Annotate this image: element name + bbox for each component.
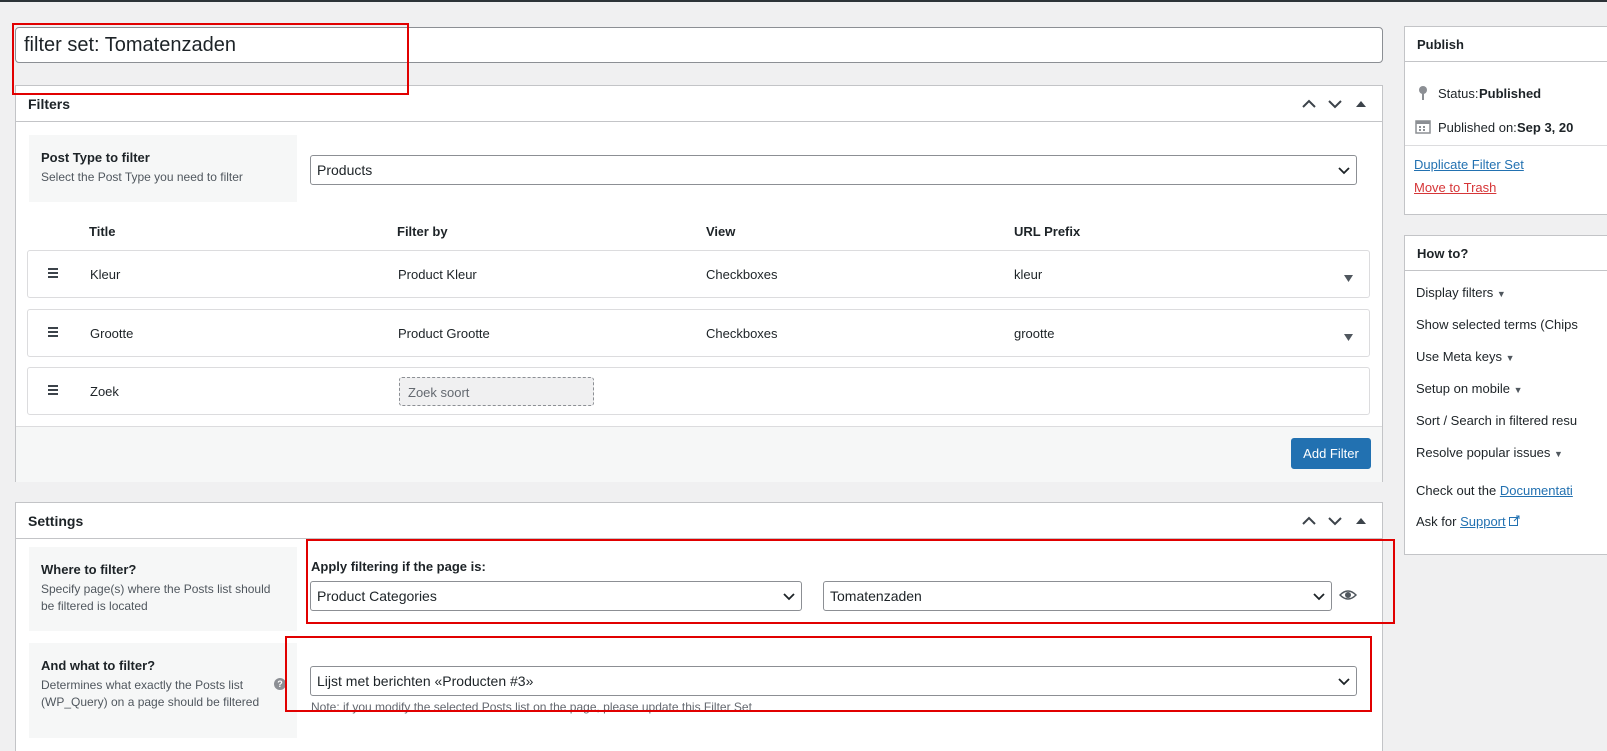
collapse-toggle-icon[interactable] [1352, 512, 1370, 530]
howto-item[interactable]: Sort / Search in filtered resu [1416, 413, 1577, 428]
highlight-box-title [12, 23, 409, 95]
filter-row-filter-by: Product Grootte [398, 326, 490, 341]
search-field-placeholder-text: Zoek soort [408, 385, 470, 400]
caret-down-icon: ▼ [1496, 289, 1506, 299]
settings-box-title: Settings [28, 512, 84, 529]
support-link[interactable]: Support [1460, 514, 1506, 529]
howto-item[interactable]: Display filters ▼ [1416, 285, 1506, 300]
post-type-select-value: Products [317, 162, 373, 178]
documentation-link[interactable]: Documentati [1500, 483, 1573, 498]
filter-row-prefix: kleur [1014, 267, 1043, 282]
howto-item-label: Sort / Search in filtered resu [1416, 413, 1578, 428]
publish-box-header: Publish [1405, 27, 1607, 62]
publish-divider [1405, 145, 1607, 146]
expand-row-icon[interactable] [1344, 329, 1353, 344]
howto-item-label: Setup on mobile [1416, 381, 1510, 396]
filter-row-title: Zoek [90, 384, 119, 399]
where-to-filter-label-cell: Where to filter? Specify page(s) where t… [29, 547, 297, 631]
filter-row[interactable]: Grootte Product Grootte Checkboxes groot… [27, 309, 1370, 357]
caret-down-icon: ▼ [1505, 353, 1515, 363]
status-label: Status: [1438, 86, 1479, 101]
drag-handle-icon[interactable] [48, 327, 58, 339]
howto-box-header: How to? [1405, 236, 1607, 271]
calendar-icon [1415, 118, 1431, 137]
move-down-icon[interactable] [1326, 95, 1344, 113]
move-to-trash-link[interactable]: Move to Trash [1414, 180, 1496, 195]
expand-row-icon[interactable] [1344, 270, 1353, 285]
status-value: Published [1479, 86, 1542, 101]
column-title: Title [89, 224, 116, 239]
post-type-label: Post Type to filter [41, 150, 150, 165]
post-type-label-cell: Post Type to filter Select the Post Type… [29, 135, 297, 202]
filter-row-view: Checkboxes [706, 267, 778, 282]
ask-support-text: Ask for [1416, 514, 1457, 529]
pin-icon [1418, 85, 1428, 104]
highlight-box-what [285, 636, 1372, 712]
settings-box-header: Settings [16, 503, 1382, 539]
chevron-down-icon [1338, 162, 1350, 178]
external-link-icon [1509, 514, 1520, 529]
published-on-value: Sep 3, 20 [1517, 120, 1574, 135]
move-down-icon[interactable] [1326, 512, 1344, 530]
admin-top-bar [0, 0, 1607, 2]
add-filter-button[interactable]: Add Filter [1291, 438, 1371, 469]
filter-row[interactable]: Zoek Zoek soort [27, 367, 1370, 415]
collapse-toggle-icon[interactable] [1352, 95, 1370, 113]
publish-box-title: Publish [1417, 36, 1464, 52]
drag-handle-icon[interactable] [48, 268, 58, 280]
ask-support-line: Ask for Support [1416, 514, 1520, 529]
post-type-select[interactable]: Products [310, 155, 1357, 185]
caret-down-icon: ▼ [1554, 449, 1563, 459]
post-type-desc: Select the Post Type you need to filter [41, 170, 243, 184]
filter-row-prefix: grootte [1014, 326, 1055, 341]
check-docs-line: Check out the Documentati [1416, 483, 1573, 498]
check-docs-text: Check out the [1416, 483, 1497, 498]
howto-item-label: Resolve popular issues [1416, 445, 1551, 460]
howto-item[interactable]: Resolve popular issues ▼ [1416, 445, 1563, 460]
filter-row-view: Checkboxes [706, 326, 778, 341]
howto-item[interactable]: Show selected terms (Chips [1416, 317, 1578, 332]
filters-box-footer [16, 426, 1382, 482]
filter-row[interactable]: Kleur Product Kleur Checkboxes kleur [27, 250, 1370, 298]
howto-item[interactable]: Setup on mobile ▼ [1416, 381, 1523, 396]
where-to-filter-desc: Specify page(s) where the Posts list sho… [41, 582, 271, 613]
caret-down-icon: ▼ [1513, 385, 1523, 395]
search-field-placeholder[interactable]: Zoek soort [399, 377, 594, 406]
published-on-label: Published on: [1438, 120, 1517, 135]
howto-item-label: Display filters [1416, 285, 1494, 300]
drag-handle-icon[interactable] [48, 385, 58, 397]
howto-item-label: Use Meta keys [1416, 349, 1502, 364]
column-view: View [706, 224, 736, 239]
filter-row-title: Grootte [90, 326, 134, 341]
filters-box-title: Filters [28, 95, 71, 112]
howto-item-label: Show selected terms (Chips [1416, 317, 1578, 332]
highlight-box-where [306, 539, 1395, 624]
column-url-prefix: URL Prefix [1014, 224, 1081, 239]
move-up-icon[interactable] [1300, 512, 1318, 530]
howto-box-title: How to? [1417, 245, 1469, 261]
column-filter-by: Filter by [397, 224, 448, 239]
what-to-filter-desc: Determines what exactly the Posts list (… [41, 678, 260, 709]
where-to-filter-label: Where to filter? [41, 562, 137, 577]
what-to-filter-label-cell: And what to filter? Determines what exac… [29, 643, 297, 738]
move-up-icon[interactable] [1300, 95, 1318, 113]
filter-row-title: Kleur [90, 267, 121, 282]
filter-row-filter-by: Product Kleur [398, 267, 477, 282]
howto-item[interactable]: Use Meta keys ▼ [1416, 349, 1515, 364]
what-to-filter-label: And what to filter? [41, 658, 156, 673]
duplicate-filter-set-link[interactable]: Duplicate Filter Set [1414, 157, 1524, 172]
